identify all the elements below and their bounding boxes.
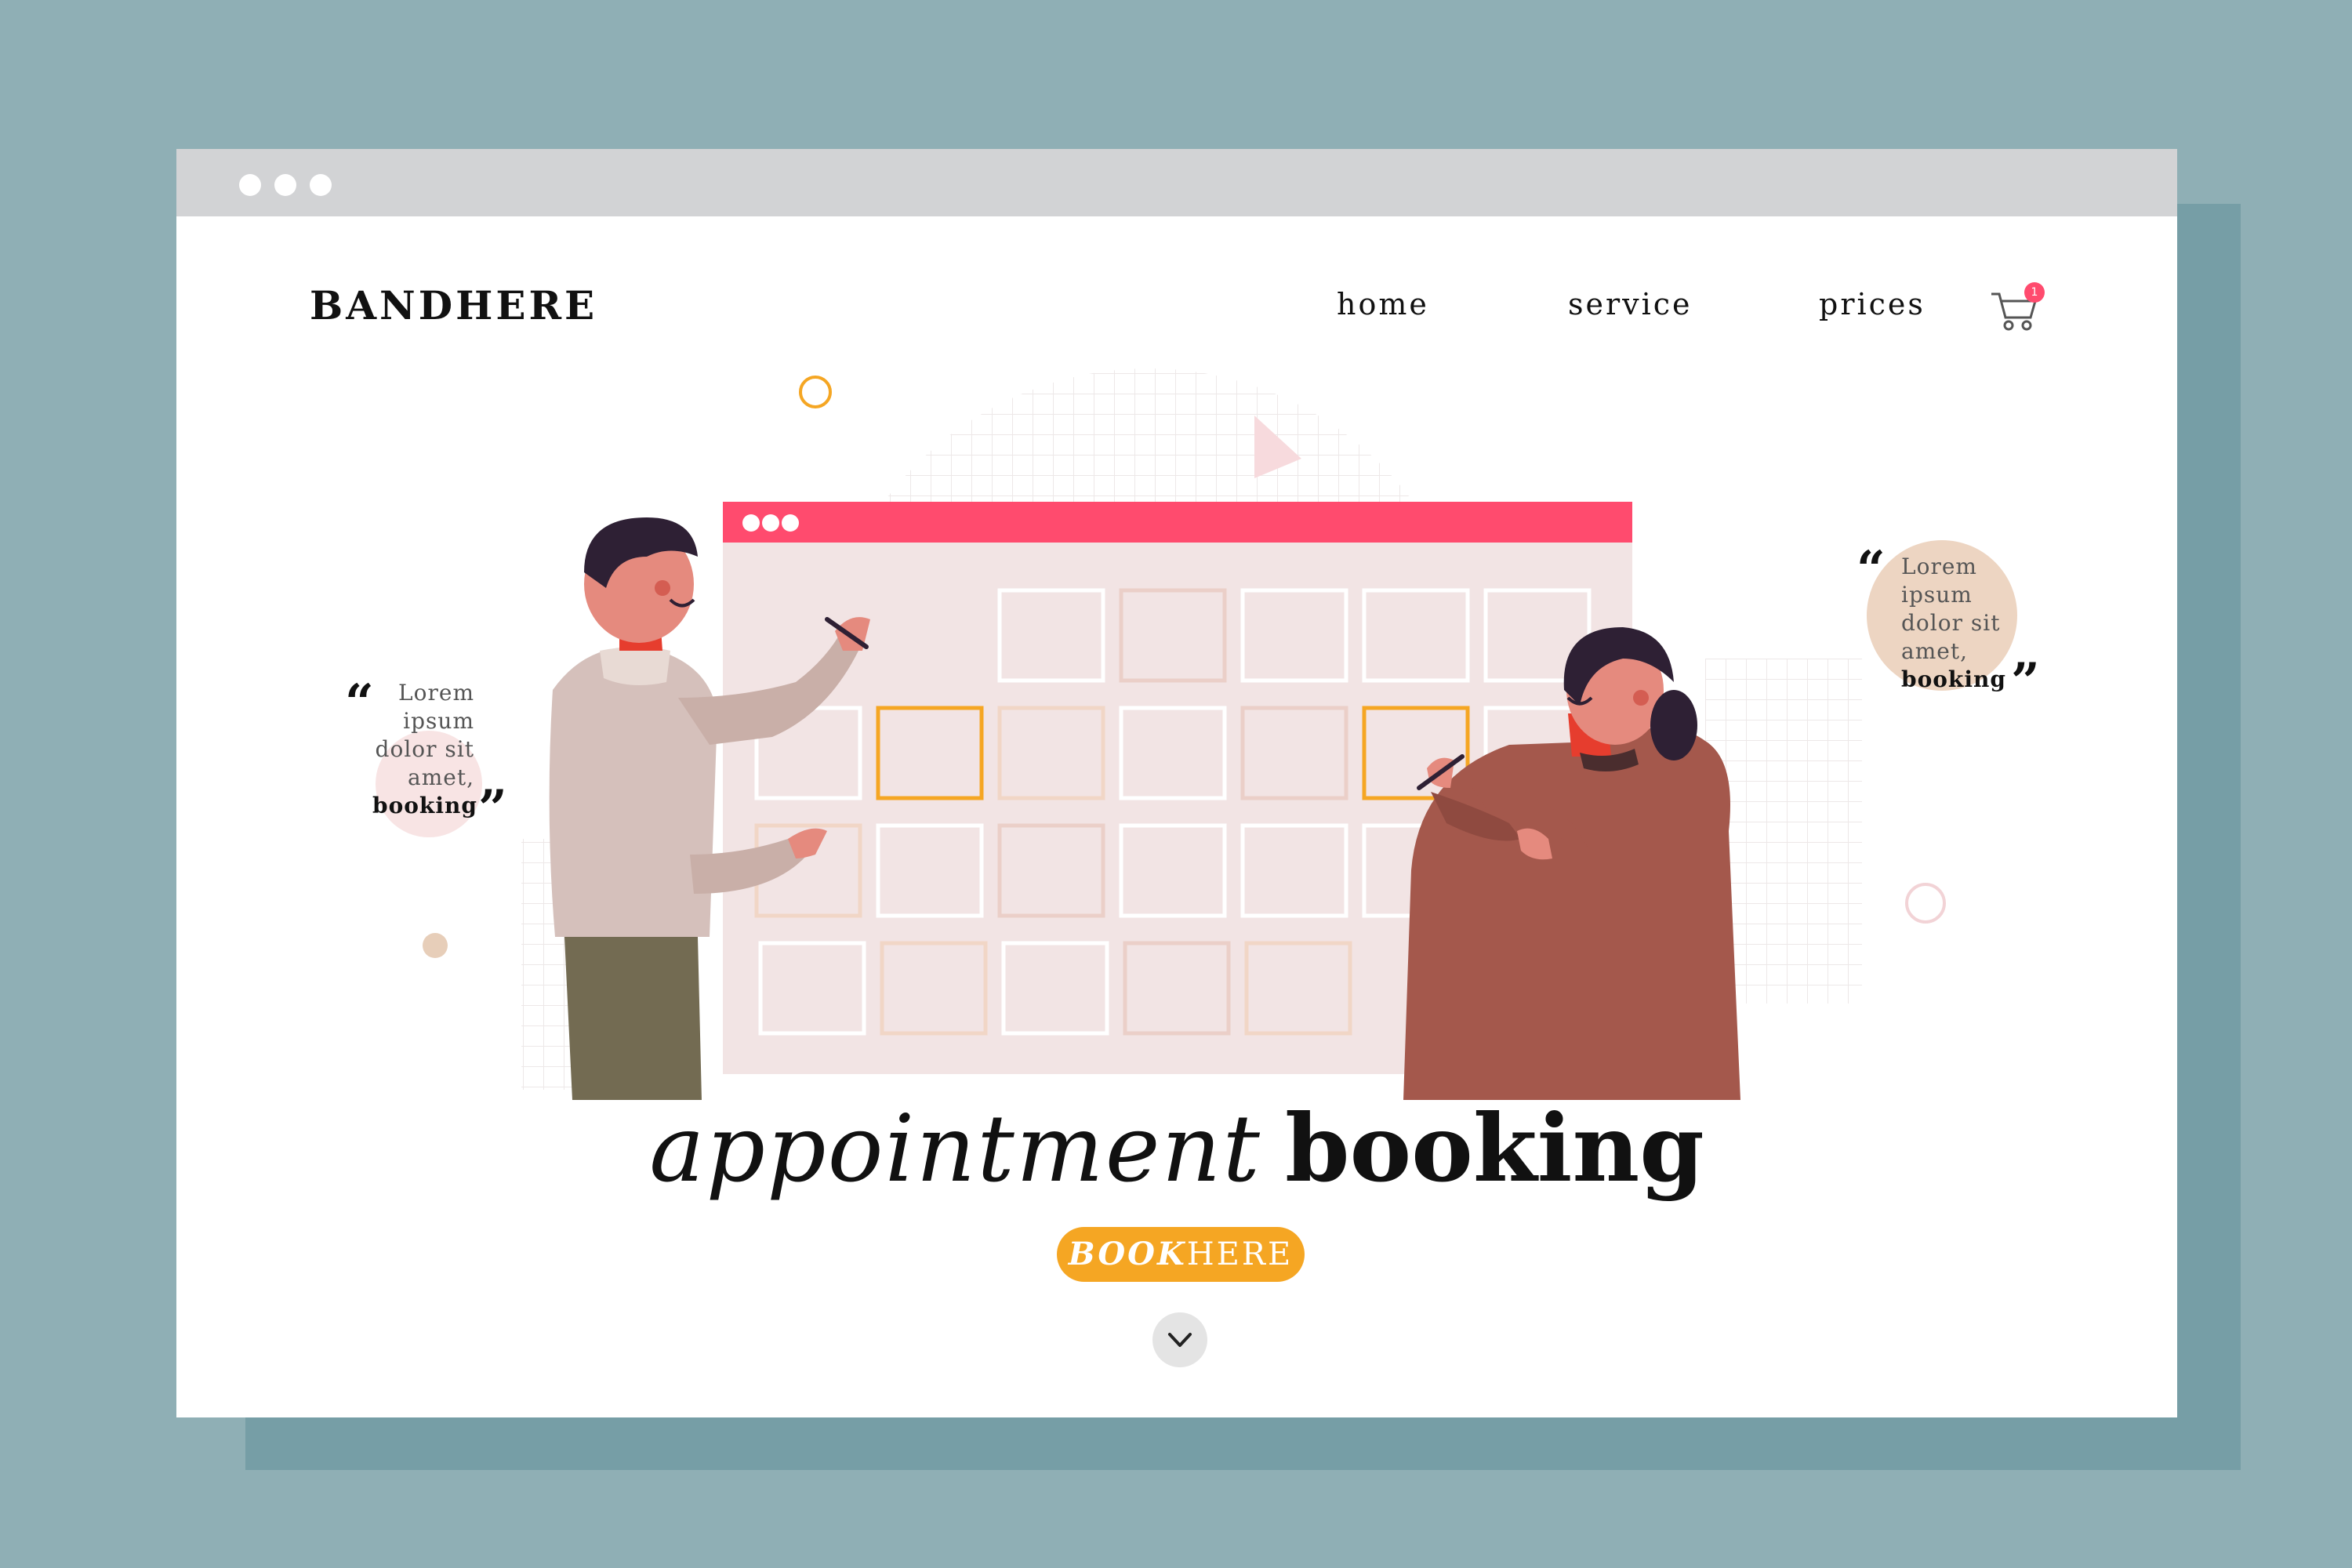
open-quote-icon: “ [345, 673, 374, 732]
cta-label: HERE [1186, 1236, 1294, 1272]
close-quote-icon: ” [2011, 652, 2040, 711]
open-quote-icon: “ [1857, 540, 1886, 599]
browser-window: BANDHERE home service prices 1 “ Lorem i… [176, 149, 2177, 1417]
cart-count-badge: 1 [2024, 282, 2045, 303]
book-here-button[interactable]: BOOKHERE [1057, 1227, 1305, 1282]
quote-left: Lorem ipsum dolor sit amet, booking [372, 679, 477, 820]
nav-link-prices[interactable]: prices [1819, 287, 1926, 321]
nav-link-service[interactable]: service [1568, 287, 1693, 321]
quote-right-line: ipsum [1901, 582, 1973, 608]
chevron-down-icon [1168, 1333, 1192, 1347]
brand-logo[interactable]: BANDHERE [310, 282, 597, 328]
scroll-down-button[interactable] [1152, 1312, 1207, 1367]
hero-headline: appointment booking [176, 1094, 2177, 1203]
quote-right-line: dolor sit [1901, 610, 2001, 636]
nav-link-home[interactable]: home [1337, 287, 1429, 321]
quote-left-line: amet, [408, 764, 474, 790]
quote-left-bold: booking [372, 793, 477, 818]
headline-light: appointment [649, 1094, 1261, 1203]
quote-right-line: Lorem [1901, 554, 1977, 579]
beige-dot-decoration [423, 933, 448, 958]
pink-ring-decoration [1905, 883, 1946, 924]
quote-left-line: dolor sit [375, 736, 474, 762]
orange-ring-decoration [799, 376, 832, 408]
quote-left-line: ipsum [403, 708, 474, 734]
headline-bold: booking [1284, 1094, 1704, 1203]
quote-left-line: Lorem [398, 680, 474, 706]
cta-bold-label: BOOK [1068, 1236, 1187, 1272]
close-quote-icon: ” [478, 779, 507, 838]
